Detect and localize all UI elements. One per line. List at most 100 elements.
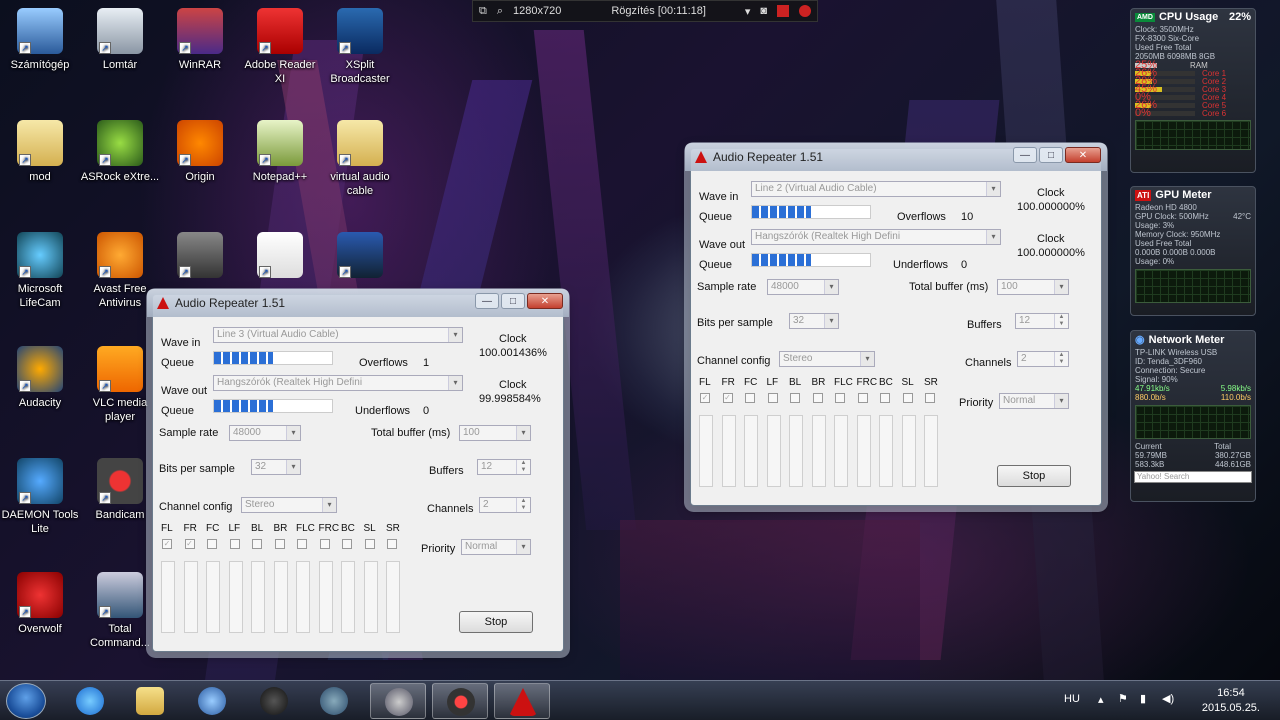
channel-config-select[interactable]: Stereo ▾ bbox=[241, 497, 337, 513]
audio-repeater-window-1[interactable]: Audio Repeater 1.51 — □ ✕ Wave in Line 3 (Vir… bbox=[147, 289, 569, 652]
desktop-icon[interactable]: ↗ Overwolf bbox=[0, 572, 80, 636]
channel-checkbox[interactable] bbox=[857, 393, 868, 403]
sample-rate-select[interactable]: 48000 ▾ bbox=[767, 279, 839, 295]
desktop-icon[interactable]: ↗ WinRAR bbox=[160, 8, 240, 72]
channel-checkbox[interactable] bbox=[767, 393, 778, 403]
wave-out-select[interactable]: Hangszórók (Realtek High Defini ▾ bbox=[751, 229, 1001, 245]
channel-level-meter bbox=[363, 561, 378, 633]
desktop-icon[interactable]: ↗ mod bbox=[0, 120, 80, 184]
channel-checkbox[interactable] bbox=[835, 393, 845, 403]
channel-checkbox[interactable] bbox=[745, 393, 755, 403]
taskbar-internet-explorer[interactable] bbox=[62, 683, 118, 719]
desktop-icon[interactable]: ↗ bbox=[160, 232, 240, 282]
desktop-icon[interactable]: ↗ VLC media player bbox=[80, 346, 160, 424]
desktop-icon[interactable]: ↗ Bandicam bbox=[80, 458, 160, 522]
channel-checkbox[interactable] bbox=[319, 539, 330, 549]
channel-checkbox[interactable] bbox=[812, 393, 823, 403]
record-icon[interactable] bbox=[799, 5, 811, 17]
channel-checkbox[interactable] bbox=[297, 539, 307, 549]
desktop-icon[interactable]: ↗ Notepad++ bbox=[240, 120, 320, 184]
channel-checkbox[interactable] bbox=[790, 393, 800, 403]
minimize-button[interactable]: — bbox=[475, 293, 499, 309]
desktop-icon[interactable]: ↗ bbox=[320, 232, 400, 282]
desktop-icon[interactable]: ↗ DAEMON Tools Lite bbox=[0, 458, 80, 536]
network-tray-icon[interactable]: ▮ bbox=[1140, 692, 1146, 705]
link-icon[interactable]: ⧉ bbox=[479, 5, 487, 18]
desktop-icon[interactable]: ↗ Lomtár bbox=[80, 8, 160, 72]
channel-checkbox[interactable] bbox=[229, 539, 240, 549]
maximize-button[interactable]: □ bbox=[501, 293, 525, 309]
close-button[interactable]: ✕ bbox=[1065, 147, 1101, 163]
channel-checkbox[interactable] bbox=[387, 539, 397, 549]
channel-checkbox[interactable]: ✓ bbox=[700, 393, 710, 403]
title-bar[interactable]: Audio Repeater 1.51 — □ ✕ bbox=[147, 289, 569, 317]
language-indicator[interactable]: HU bbox=[1064, 693, 1080, 705]
dropdown-arrow-icon[interactable]: ▾ bbox=[745, 5, 751, 18]
taskbar-globe[interactable] bbox=[184, 683, 240, 719]
desktop-icon[interactable]: ↗ Audacity bbox=[0, 346, 80, 410]
yahoo-search-input[interactable]: Yahoo! Search bbox=[1134, 471, 1252, 483]
buffers-spinner[interactable]: 12 ▲ ▼ bbox=[1015, 313, 1069, 329]
desktop-icon[interactable]: ↗ Adobe Reader XI bbox=[240, 8, 320, 86]
maximize-button[interactable]: □ bbox=[1039, 147, 1063, 163]
channel-config-select[interactable]: Stereo ▾ bbox=[779, 351, 875, 367]
desktop-icon[interactable]: ↗ ASRock eXtre... bbox=[80, 120, 160, 184]
minimize-button[interactable]: — bbox=[1013, 147, 1037, 163]
desktop-icon[interactable]: ↗ bbox=[240, 232, 320, 282]
bits-select[interactable]: 32 ▾ bbox=[789, 313, 839, 329]
channel-checkbox[interactable]: ✓ bbox=[722, 393, 733, 403]
wave-in-select[interactable]: Line 3 (Virtual Audio Cable) ▾ bbox=[213, 327, 463, 343]
total-buffer-select[interactable]: 100 ▾ bbox=[997, 279, 1069, 295]
desktop-icon[interactable]: ↗ Origin bbox=[160, 120, 240, 184]
wave-in-select[interactable]: Line 2 (Virtual Audio Cable) ▾ bbox=[751, 181, 1001, 197]
queue-label: Queue bbox=[699, 211, 733, 223]
cpu-clock: Clock: 3500MHz bbox=[1135, 25, 1194, 34]
channel-checkbox[interactable] bbox=[902, 393, 913, 403]
priority-select[interactable]: Normal ▾ bbox=[461, 539, 531, 555]
desktop-icon[interactable]: ↗ XSplit Broadcaster bbox=[320, 8, 400, 86]
priority-select[interactable]: Normal ▾ bbox=[999, 393, 1069, 409]
close-button[interactable]: ✕ bbox=[527, 293, 563, 309]
channel-checkbox[interactable] bbox=[252, 539, 262, 549]
taskbar-explorer[interactable] bbox=[122, 683, 178, 719]
desktop-icon[interactable]: ↗ Microsoft LifeCam bbox=[0, 232, 80, 310]
desktop-icon[interactable]: ↗ Total Command... bbox=[80, 572, 160, 650]
record-stop-icon[interactable] bbox=[777, 5, 789, 17]
channel-checkbox[interactable] bbox=[342, 539, 352, 549]
start-button[interactable] bbox=[6, 683, 46, 719]
channel-checkbox[interactable] bbox=[274, 539, 285, 549]
cpu-usage-gadget[interactable]: AMD CPU Usage 22% Clock: 3500MHz FX-8300 S… bbox=[1130, 8, 1256, 173]
desktop-icon[interactable]: ↗ Számítógép bbox=[0, 8, 80, 72]
camera-icon[interactable]: ◙ bbox=[760, 5, 767, 17]
taskbar-audio-repeater[interactable] bbox=[494, 683, 550, 719]
stop-button[interactable]: Stop bbox=[459, 611, 533, 633]
channel-checkbox[interactable] bbox=[207, 539, 217, 549]
taskbar-steam[interactable] bbox=[306, 683, 362, 719]
channel-checkbox[interactable] bbox=[364, 539, 375, 549]
channel-checkbox[interactable]: ✓ bbox=[162, 539, 172, 549]
channels-spinner[interactable]: 2 ▲ ▼ bbox=[479, 497, 531, 513]
taskbar-cpu-gadget[interactable] bbox=[370, 683, 426, 719]
stop-button[interactable]: Stop bbox=[997, 465, 1071, 487]
channel-checkbox[interactable] bbox=[925, 393, 935, 403]
taskbar-bandicam[interactable] bbox=[432, 683, 488, 719]
bits-select[interactable]: 32 ▾ bbox=[251, 459, 301, 475]
channels-spinner[interactable]: 2 ▲ ▼ bbox=[1017, 351, 1069, 367]
clock[interactable]: 16:54 2015.05.25. bbox=[1202, 686, 1260, 716]
gpu-meter-gadget[interactable]: ATI GPU Meter Radeon HD 4800 GPU Clock: 5… bbox=[1130, 186, 1256, 316]
channel-checkbox[interactable]: ✓ bbox=[184, 539, 195, 549]
show-hidden-icons-icon[interactable]: ▴ bbox=[1098, 693, 1104, 706]
wave-out-select[interactable]: Hangszórók (Realtek High Defini ▾ bbox=[213, 375, 463, 391]
action-center-icon[interactable]: ⚑ bbox=[1118, 692, 1128, 705]
audio-repeater-window-2[interactable]: Audio Repeater 1.51 — □ ✕ Wave in Line 2 (Vir… bbox=[685, 143, 1107, 506]
sample-rate-select[interactable]: 48000 ▾ bbox=[229, 425, 301, 441]
zoom-icon[interactable]: ⌕ bbox=[497, 5, 503, 18]
total-buffer-select[interactable]: 100 ▾ bbox=[459, 425, 531, 441]
desktop-icon[interactable]: ↗ virtual audio cable bbox=[320, 120, 400, 198]
volume-icon[interactable]: ◀) bbox=[1162, 692, 1174, 705]
taskbar-obs[interactable] bbox=[246, 683, 302, 719]
title-bar[interactable]: Audio Repeater 1.51 — □ ✕ bbox=[685, 143, 1107, 171]
channel-checkbox[interactable] bbox=[880, 393, 890, 403]
network-meter-gadget[interactable]: ◉ Network Meter TP-LINK Wireless USB ID: … bbox=[1130, 330, 1256, 502]
buffers-spinner[interactable]: 12 ▲ ▼ bbox=[477, 459, 531, 475]
